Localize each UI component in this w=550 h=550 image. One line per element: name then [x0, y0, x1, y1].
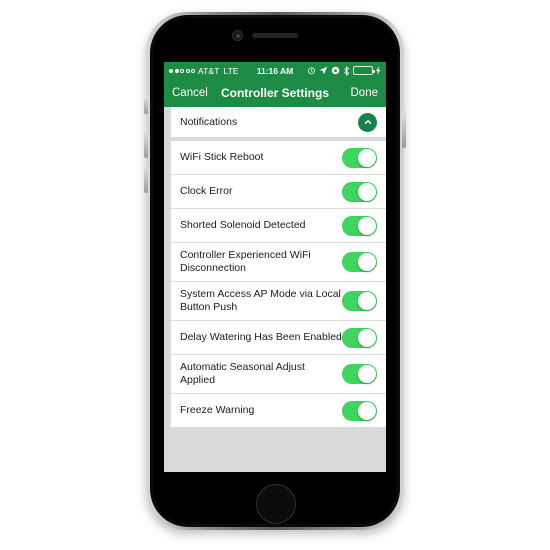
row-label: Clock Error [180, 185, 233, 197]
row-label: Shorted Solenoid Detected [180, 219, 306, 231]
row-label: WiFi Stick Reboot [180, 151, 264, 163]
chevron-up-icon[interactable] [358, 112, 377, 132]
power-button[interactable] [402, 110, 406, 148]
row-label: Freeze Warning [180, 404, 255, 416]
table-row[interactable]: Shorted Solenoid Detected [171, 209, 386, 243]
table-row[interactable]: Freeze Warning [171, 394, 386, 428]
toggle-knob [358, 328, 376, 347]
toggle-knob [358, 216, 376, 235]
toggle-knob [358, 292, 376, 310]
phone-screen: AT&T LTE 11:16 AM Cancel Controller Sett… [164, 62, 386, 472]
notification-rows: WiFi Stick Reboot Clock Error Shorted Sole… [171, 141, 386, 428]
earpiece-speaker [252, 33, 298, 38]
section-header-label: Notifications [180, 115, 238, 128]
rotation-lock-icon [331, 66, 340, 75]
toggle-switch[interactable] [342, 400, 377, 421]
volume-down-button[interactable] [144, 166, 148, 193]
table-row[interactable]: Automatic Seasonal Adjust Applied [171, 355, 386, 394]
toggle-knob [358, 365, 376, 383]
screenshot-stage: AT&T LTE 11:16 AM Cancel Controller Sett… [0, 0, 550, 550]
status-bar: AT&T LTE 11:16 AM [164, 62, 386, 79]
toggle-switch[interactable] [342, 364, 377, 384]
cancel-button[interactable]: Cancel [172, 87, 208, 99]
toggle-switch[interactable] [342, 181, 377, 202]
toggle-switch[interactable] [342, 215, 377, 236]
toggle-knob [358, 182, 376, 201]
table-row[interactable]: Clock Error [171, 175, 386, 209]
done-button[interactable]: Done [351, 87, 379, 99]
front-camera-icon [232, 30, 243, 41]
toggle-switch[interactable] [342, 252, 377, 272]
bluetooth-icon [343, 65, 350, 76]
alarm-clock-icon [307, 66, 316, 75]
home-button[interactable] [256, 484, 296, 524]
row-label: System Access AP Mode via Local Button P… [180, 288, 341, 313]
status-bar-left: AT&T LTE [169, 66, 238, 76]
table-row[interactable]: System Access AP Mode via Local Button P… [171, 282, 386, 321]
status-bar-right [307, 65, 381, 76]
navigation-bar: Cancel Controller Settings Done [164, 79, 386, 107]
battery-icon [353, 66, 375, 75]
carrier-label: AT&T [198, 65, 220, 76]
network-type-label: LTE [223, 65, 239, 76]
toggle-knob [358, 401, 376, 420]
notifications-section-header[interactable]: Notifications [171, 107, 386, 137]
table-row[interactable]: WiFi Stick Reboot [171, 141, 386, 175]
toggle-switch[interactable] [342, 327, 377, 348]
toggle-switch[interactable] [342, 147, 377, 168]
table-row[interactable]: Delay Watering Has Been Enabled [171, 321, 386, 355]
row-label: Delay Watering Has Been Enabled [180, 331, 342, 343]
table-row[interactable]: Controller Experienced WiFi Disconnectio… [171, 243, 386, 282]
silent-switch-button[interactable] [144, 97, 148, 114]
row-label: Controller Experienced WiFi Disconnectio… [180, 249, 311, 274]
toggle-switch[interactable] [342, 291, 377, 311]
toggle-knob [358, 148, 376, 167]
settings-list: Notifications WiFi Stick Reboot Clock Err… [164, 107, 386, 472]
signal-strength-icon [169, 68, 195, 73]
charging-bolt-icon [376, 66, 381, 75]
volume-up-button[interactable] [144, 131, 148, 158]
row-label: Automatic Seasonal Adjust Applied [180, 361, 305, 386]
toggle-knob [358, 253, 376, 271]
location-arrow-icon [319, 66, 328, 75]
